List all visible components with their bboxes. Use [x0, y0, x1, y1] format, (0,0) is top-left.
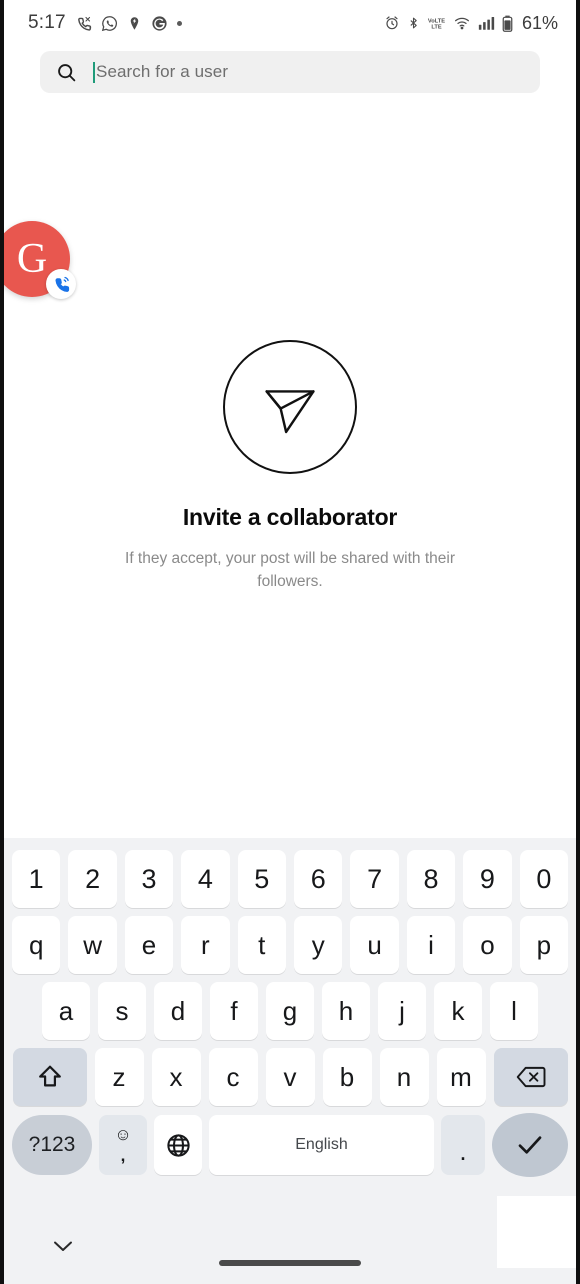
key-2[interactable]: 2: [68, 850, 117, 908]
key-6[interactable]: 6: [294, 850, 343, 908]
key-8[interactable]: 8: [406, 850, 456, 908]
status-bar-left: 5:17: [28, 12, 182, 34]
bubble-initial: G: [16, 236, 48, 282]
key-x[interactable]: x: [151, 1048, 201, 1106]
keyboard-row-top: q w e r t y u i o p: [4, 912, 576, 978]
comma-label: ,: [120, 1146, 126, 1165]
svg-text:VoLTE: VoLTE: [428, 18, 445, 24]
volte-icon: VoLTE LTE: [427, 15, 446, 31]
floating-contact-bubble[interactable]: G: [4, 221, 76, 299]
emoji-icon: ☺: [114, 1125, 132, 1144]
key-o[interactable]: o: [463, 916, 512, 974]
key-h[interactable]: h: [322, 982, 370, 1040]
key-i[interactable]: i: [406, 916, 456, 974]
wifi-icon: [453, 15, 471, 31]
signal-icon: [478, 15, 495, 31]
space-key[interactable]: English: [209, 1115, 434, 1175]
key-g[interactable]: g: [266, 982, 314, 1040]
key-n[interactable]: n: [379, 1048, 429, 1106]
backspace-icon[interactable]: [493, 1048, 568, 1106]
status-time: 5:17: [28, 12, 66, 33]
key-w[interactable]: w: [68, 916, 117, 974]
text-caret: [93, 61, 95, 83]
shift-icon[interactable]: [12, 1048, 87, 1106]
status-bar: 5:17 VoLTE LTE 61%: [4, 0, 576, 46]
white-overlay-patch: [497, 1196, 576, 1268]
battery-icon: [502, 15, 513, 32]
phone-screen: 5:17 VoLTE LTE 61% Search for a user G I…: [0, 0, 580, 1284]
key-m[interactable]: m: [436, 1048, 486, 1106]
key-v[interactable]: v: [265, 1048, 315, 1106]
key-j[interactable]: j: [378, 982, 426, 1040]
key-k[interactable]: k: [434, 982, 482, 1040]
keyboard-row-numbers: 1 2 3 4 5 6 7 8 9 0: [4, 846, 576, 912]
key-c[interactable]: c: [208, 1048, 258, 1106]
checkmark-icon[interactable]: [492, 1113, 568, 1177]
location-pin-icon: [127, 15, 142, 32]
key-p[interactable]: p: [519, 916, 569, 974]
navigation-bar: [4, 1206, 576, 1284]
bluetooth-icon: [407, 15, 420, 31]
google-g-icon: [151, 15, 168, 32]
key-y[interactable]: y: [294, 916, 343, 974]
empty-state-title: Invite a collaborator: [182, 504, 398, 530]
keyboard-row-bottom-letters: z x c v b n m: [4, 1044, 576, 1110]
key-4[interactable]: 4: [181, 850, 230, 908]
home-indicator[interactable]: [219, 1260, 361, 1266]
send-paper-plane-icon: [223, 340, 357, 474]
key-5[interactable]: 5: [237, 850, 286, 908]
key-t[interactable]: t: [237, 916, 286, 974]
status-bar-right: VoLTE LTE 61%: [384, 13, 558, 34]
empty-state: Invite a collaborator If they accept, yo…: [4, 340, 576, 594]
search-bar-container: Search for a user: [40, 51, 540, 93]
search-icon: [56, 62, 77, 83]
key-a[interactable]: a: [42, 982, 90, 1040]
key-e[interactable]: e: [124, 916, 174, 974]
phone-call-icon: [75, 15, 92, 32]
dot-icon: [176, 20, 182, 26]
keyboard-row-home: a s d f g h j k l: [4, 978, 576, 1044]
battery-percent: 61%: [521, 12, 558, 33]
key-b[interactable]: b: [322, 1048, 372, 1106]
key-7[interactable]: 7: [350, 850, 399, 908]
keyboard-row-function: ?123 ☺ , English .: [4, 1110, 576, 1180]
key-3[interactable]: 3: [124, 850, 174, 908]
svg-text:LTE: LTE: [431, 25, 442, 31]
key-s[interactable]: s: [98, 982, 146, 1040]
symbols-key[interactable]: ?123: [12, 1115, 92, 1175]
whatsapp-icon: [101, 15, 118, 32]
phone-call-icon: [46, 269, 76, 299]
key-q[interactable]: q: [11, 916, 61, 974]
key-9[interactable]: 9: [463, 850, 512, 908]
key-u[interactable]: u: [350, 916, 399, 974]
period-key[interactable]: .: [441, 1115, 485, 1175]
key-l[interactable]: l: [490, 982, 538, 1040]
key-r[interactable]: r: [181, 916, 230, 974]
search-placeholder: Search for a user: [96, 62, 229, 81]
chevron-down-icon[interactable]: [48, 1236, 78, 1256]
globe-icon[interactable]: [154, 1115, 202, 1175]
key-0[interactable]: 0: [519, 850, 569, 908]
empty-state-subtitle: If they accept, your post will be shared…: [125, 550, 455, 591]
search-input[interactable]: Search for a user: [40, 51, 540, 93]
key-1[interactable]: 1: [11, 850, 61, 908]
key-z[interactable]: z: [94, 1048, 144, 1106]
emoji-comma-key[interactable]: ☺ ,: [99, 1115, 147, 1175]
key-d[interactable]: d: [154, 982, 202, 1040]
key-f[interactable]: f: [210, 982, 258, 1040]
alarm-icon: [384, 15, 400, 31]
